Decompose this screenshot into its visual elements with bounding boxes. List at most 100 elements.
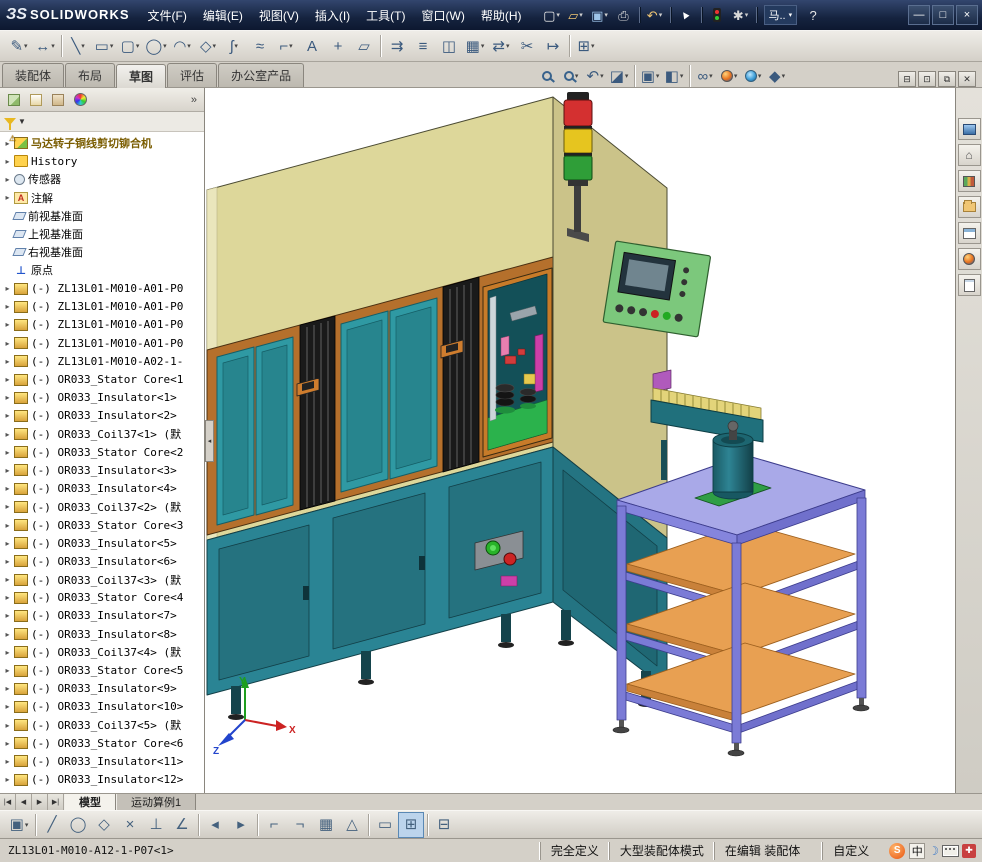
- tree-expand-icon[interactable]: ▸: [2, 393, 13, 402]
- section-view-icon[interactable]: ◪ ▾: [607, 65, 631, 87]
- tree-item[interactable]: ▸ (-) OR033_Insulator<8>: [0, 625, 204, 643]
- custom-properties-icon[interactable]: [957, 274, 981, 296]
- property-manager-icon[interactable]: [26, 91, 46, 109]
- tree-expand-icon[interactable]: ▸: [2, 302, 13, 311]
- dropdown-arrow-icon[interactable]: ▾: [680, 72, 684, 80]
- configuration-manager-icon[interactable]: [48, 91, 68, 109]
- document-tab[interactable]: 模型: [64, 794, 116, 810]
- undo-icon[interactable]: ↶ ▾: [643, 4, 667, 26]
- tree-item[interactable]: ▸ ⚠ 马达转子铜线剪切铆合机: [0, 134, 204, 152]
- tree-item-label[interactable]: (-) OR033_Stator Core<6: [31, 737, 183, 750]
- sketch-line-icon[interactable]: ╱: [39, 812, 65, 838]
- tree-item-label[interactable]: 前视基准面: [28, 208, 83, 224]
- circle-icon[interactable]: ◯ ▾: [143, 33, 169, 59]
- tree-expand-icon[interactable]: ▸: [2, 411, 13, 420]
- save-icon[interactable]: ▣ ▾: [6, 812, 32, 838]
- tree-item[interactable]: ▸ (-) ZL13L01-M010-A01-P0: [0, 316, 204, 334]
- rectangle-icon[interactable]: ▭ ▾: [91, 33, 117, 59]
- tree-expand-icon[interactable]: ▸: [2, 193, 13, 202]
- dropdown-arrow-icon[interactable]: ▾: [556, 11, 560, 19]
- machine-work-window[interactable]: [482, 267, 553, 458]
- tree-expand-icon[interactable]: ▸: [2, 775, 13, 784]
- tree-item[interactable]: ▸ (-) ZL13L01-M010-A02-1-: [0, 352, 204, 370]
- tree-item[interactable]: ▸ (-) OR033_Stator Core<4: [0, 589, 204, 607]
- design-library-icon[interactable]: [957, 170, 981, 192]
- angle-snap-icon[interactable]: △: [339, 812, 365, 838]
- customize-statusbar[interactable]: 自定义: [822, 841, 879, 860]
- tree-item-label[interactable]: 注解: [31, 190, 53, 206]
- tree-expand-icon[interactable]: ▸: [2, 284, 13, 293]
- extend-entities-icon[interactable]: ↦: [540, 33, 566, 59]
- tree-item-label[interactable]: (-) OR033_Insulator<6>: [31, 555, 177, 568]
- command-tab[interactable]: 办公室产品: [218, 63, 305, 87]
- menu-item[interactable]: 帮助(H): [473, 4, 530, 27]
- fillet-icon[interactable]: ⌐ ▾: [273, 33, 299, 59]
- point-icon[interactable]: +: [325, 33, 351, 59]
- document-tab[interactable]: 运动算例1: [116, 794, 197, 810]
- grid-options-icon[interactable]: ⊟: [431, 812, 457, 838]
- apply-scene-icon[interactable]: ▾: [741, 65, 765, 87]
- view-settings-icon[interactable]: ◆ ▾: [765, 65, 789, 87]
- command-tab[interactable]: 草图: [116, 64, 167, 88]
- tree-expand-icon[interactable]: ▸: [2, 557, 13, 566]
- tree-expand-icon[interactable]: ▸: [2, 448, 13, 457]
- tree-item-label[interactable]: (-) OR033_Insulator<12>: [31, 773, 183, 786]
- linear-pattern-icon[interactable]: ▦ ▾: [462, 33, 488, 59]
- tree-item[interactable]: ▸ (-) OR033_Coil37<5> (默: [0, 716, 204, 734]
- menu-item[interactable]: 工具(T): [358, 4, 413, 27]
- line-icon[interactable]: ╲ ▾: [65, 33, 91, 59]
- tree-item-label[interactable]: (-) OR033_Insulator<4>: [31, 482, 177, 495]
- select-cursor-icon[interactable]: ▲: [674, 4, 698, 26]
- tree-item[interactable]: ▸ History: [0, 152, 204, 170]
- dropdown-arrow-icon[interactable]: ▾: [745, 11, 749, 19]
- tree-item[interactable]: ▸ (-) OR033_Insulator<12>: [0, 771, 204, 789]
- tree-item[interactable]: 前视基准面: [0, 207, 204, 225]
- tree-item[interactable]: 右视基准面: [0, 243, 204, 261]
- tree-expand-icon[interactable]: ▸: [2, 357, 13, 366]
- nav-prev-button[interactable]: ◀: [16, 794, 32, 810]
- save-icon[interactable]: ▣ ▾: [588, 4, 612, 26]
- tree-expand-icon[interactable]: ▸: [2, 684, 13, 693]
- dropdown-arrow-icon[interactable]: ▾: [234, 42, 238, 50]
- tree-item[interactable]: ▸ (-) OR033_Insulator<4>: [0, 480, 204, 498]
- dropdown-arrow-icon[interactable]: ▾: [579, 11, 583, 19]
- tree-item-label[interactable]: (-) OR033_Insulator<2>: [31, 409, 177, 422]
- dropdown-arrow-icon[interactable]: ▾: [481, 42, 485, 50]
- minimize-button[interactable]: —: [908, 5, 930, 25]
- tree-expand-icon[interactable]: ▸: [2, 721, 13, 730]
- menu-item[interactable]: 插入(I): [307, 4, 358, 27]
- tree-item[interactable]: 上视基准面: [0, 225, 204, 243]
- display-style-icon[interactable]: ◧ ▾: [662, 65, 686, 87]
- tree-item-label[interactable]: (-) OR033_Stator Core<3: [31, 519, 183, 532]
- smart-dimension-icon[interactable]: ↔ ▾: [32, 33, 58, 59]
- zoom-area-icon[interactable]: ▾: [559, 65, 583, 87]
- polygon-icon[interactable]: ◇ ▾: [195, 33, 221, 59]
- zoom-fit-icon[interactable]: [535, 65, 559, 87]
- filter-funnel-icon[interactable]: [4, 118, 16, 130]
- dropdown-arrow-icon[interactable]: ▾: [591, 42, 595, 50]
- tree-expand-icon[interactable]: ▸: [2, 739, 13, 748]
- dropdown-arrow-icon[interactable]: ▾: [575, 72, 579, 80]
- dropdown-arrow-icon[interactable]: ▾: [136, 42, 140, 50]
- text-icon[interactable]: A: [299, 33, 325, 59]
- menu-item[interactable]: 窗口(W): [414, 4, 473, 27]
- tree-item[interactable]: ▸ (-) OR033_Stator Core<2: [0, 443, 204, 461]
- next-sketch-icon[interactable]: ▸: [228, 812, 254, 838]
- dropdown-arrow-icon[interactable]: ▾: [604, 11, 608, 19]
- prev-sketch-icon[interactable]: ◂: [202, 812, 228, 838]
- tree-item-label[interactable]: (-) OR033_Stator Core<1: [31, 373, 183, 386]
- tree-expand-icon[interactable]: ▸: [2, 757, 13, 766]
- rebuild-icon[interactable]: [705, 4, 729, 26]
- tree-item[interactable]: ▸ 传感器: [0, 170, 204, 188]
- tree-expand-icon[interactable]: ▸: [2, 484, 13, 493]
- sketch-polygon-icon[interactable]: ◇: [91, 812, 117, 838]
- tree-expand-icon[interactable]: ▸: [2, 430, 13, 439]
- maximize-button[interactable]: □: [932, 5, 954, 25]
- soft-keyboard-icon[interactable]: [942, 844, 959, 857]
- dropdown-arrow-icon[interactable]: ▾: [213, 42, 217, 50]
- tree-expand-icon[interactable]: ▸: [2, 175, 13, 184]
- tree-item-label[interactable]: (-) OR033_Insulator<3>: [31, 464, 177, 477]
- tree-item[interactable]: ▸ (-) OR033_Insulator<1>: [0, 389, 204, 407]
- dropdown-arrow-icon[interactable]: ▾: [659, 11, 663, 19]
- display-grid-icon[interactable]: ⊞ ▾: [573, 33, 599, 59]
